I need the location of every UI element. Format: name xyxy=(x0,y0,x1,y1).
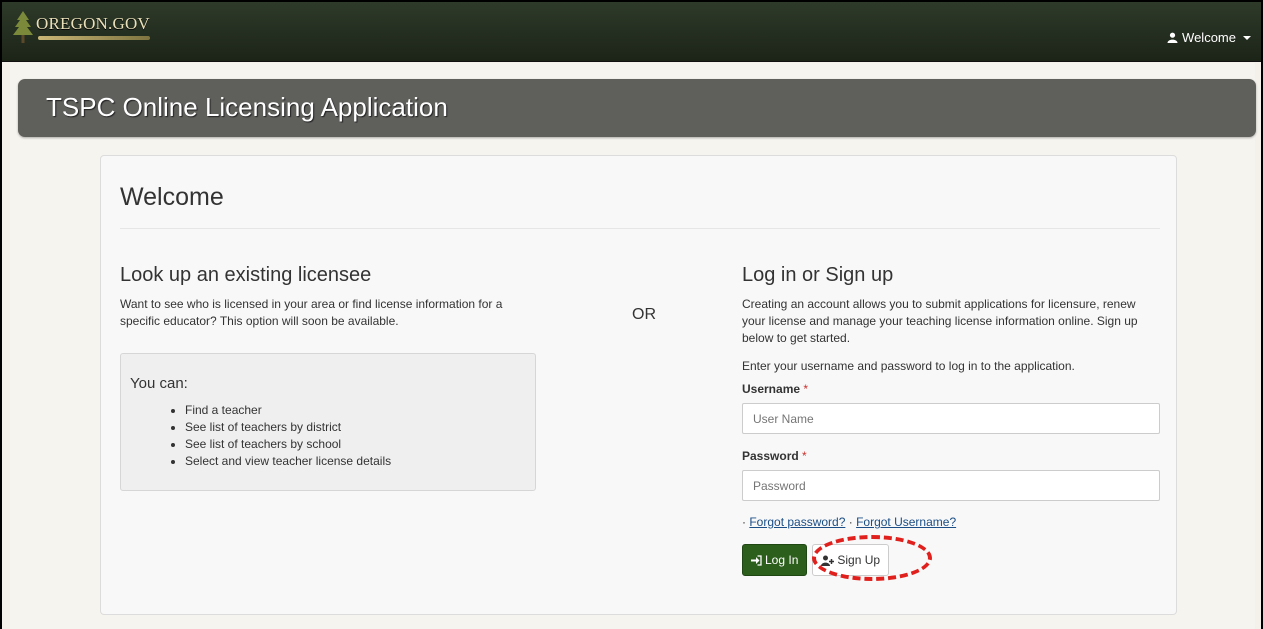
user-icon xyxy=(1167,32,1178,43)
lookup-description: Want to see who is licensed in your area… xyxy=(120,297,503,328)
signup-button-label: Sign Up xyxy=(837,553,881,567)
forgot-username-link[interactable]: Forgot Username? xyxy=(856,515,956,529)
forgot-password-link[interactable]: Forgot password? xyxy=(749,515,845,529)
welcome-panel: Welcome Look up an existing licensee Wan… xyxy=(100,155,1177,615)
password-input[interactable] xyxy=(742,470,1160,501)
you-can-list: Find a teacher See list of teachers by d… xyxy=(185,402,391,470)
username-input[interactable] xyxy=(742,403,1160,434)
oregon-gov-logo[interactable]: OREGON.GOV xyxy=(12,10,152,44)
sign-in-icon xyxy=(751,554,762,566)
username-label: Username * xyxy=(742,382,1160,396)
add-user-icon xyxy=(821,555,835,566)
user-menu-dropdown[interactable]: Welcome xyxy=(1167,30,1251,45)
divider xyxy=(120,228,1160,229)
username-label-text: Username xyxy=(742,382,801,396)
login-button-label: Log In xyxy=(765,553,799,567)
panel-title: Welcome xyxy=(120,183,224,211)
login-heading: Log in or Sign up xyxy=(742,264,894,286)
list-item: See list of teachers by school xyxy=(185,436,391,453)
login-button[interactable]: Log In xyxy=(742,544,808,576)
tree-icon xyxy=(13,11,33,43)
logo-text: OREGON.GOV xyxy=(36,14,150,33)
signup-button[interactable]: Sign Up xyxy=(812,544,890,576)
or-separator: OR xyxy=(632,306,656,323)
login-instruction: Enter your username and password to log … xyxy=(742,359,1075,373)
list-item: Find a teacher xyxy=(185,402,391,419)
required-marker: * xyxy=(803,382,809,396)
app-title: TSPC Online Licensing Application xyxy=(46,92,448,122)
app-banner: TSPC Online Licensing Application xyxy=(18,79,1256,137)
caret-down-icon xyxy=(1243,35,1251,40)
user-menu-label: Welcome xyxy=(1182,30,1236,45)
you-can-title: You can: xyxy=(130,375,188,392)
auth-buttons: Log In Sign Up xyxy=(742,535,1160,581)
top-navbar: OREGON.GOV Welcome xyxy=(2,2,1261,62)
required-marker: * xyxy=(802,449,807,463)
link-separator: · xyxy=(848,515,853,529)
content-area: TSPC Online Licensing Application Welcom… xyxy=(10,63,1256,629)
you-can-box: You can: Find a teacher See list of teac… xyxy=(120,353,536,491)
list-item: See list of teachers by district xyxy=(185,419,391,436)
login-section: Log in or Sign up Creating an account al… xyxy=(742,264,1160,581)
link-separator: · xyxy=(742,515,746,529)
password-label-text: Password xyxy=(742,449,799,463)
list-item: Select and view teacher license details xyxy=(185,453,391,470)
page-frame: OREGON.GOV Welcome TSPC Online Licensing… xyxy=(0,0,1263,629)
lookup-heading: Look up an existing licensee xyxy=(120,264,372,286)
password-label: Password * xyxy=(742,449,1160,463)
forgot-links: · Forgot password? · Forgot Username? xyxy=(742,515,1160,529)
logo-swoosh xyxy=(38,36,150,40)
login-description: Creating an account allows you to submit… xyxy=(742,297,1138,345)
lookup-section: Look up an existing licensee Want to see… xyxy=(120,264,540,330)
